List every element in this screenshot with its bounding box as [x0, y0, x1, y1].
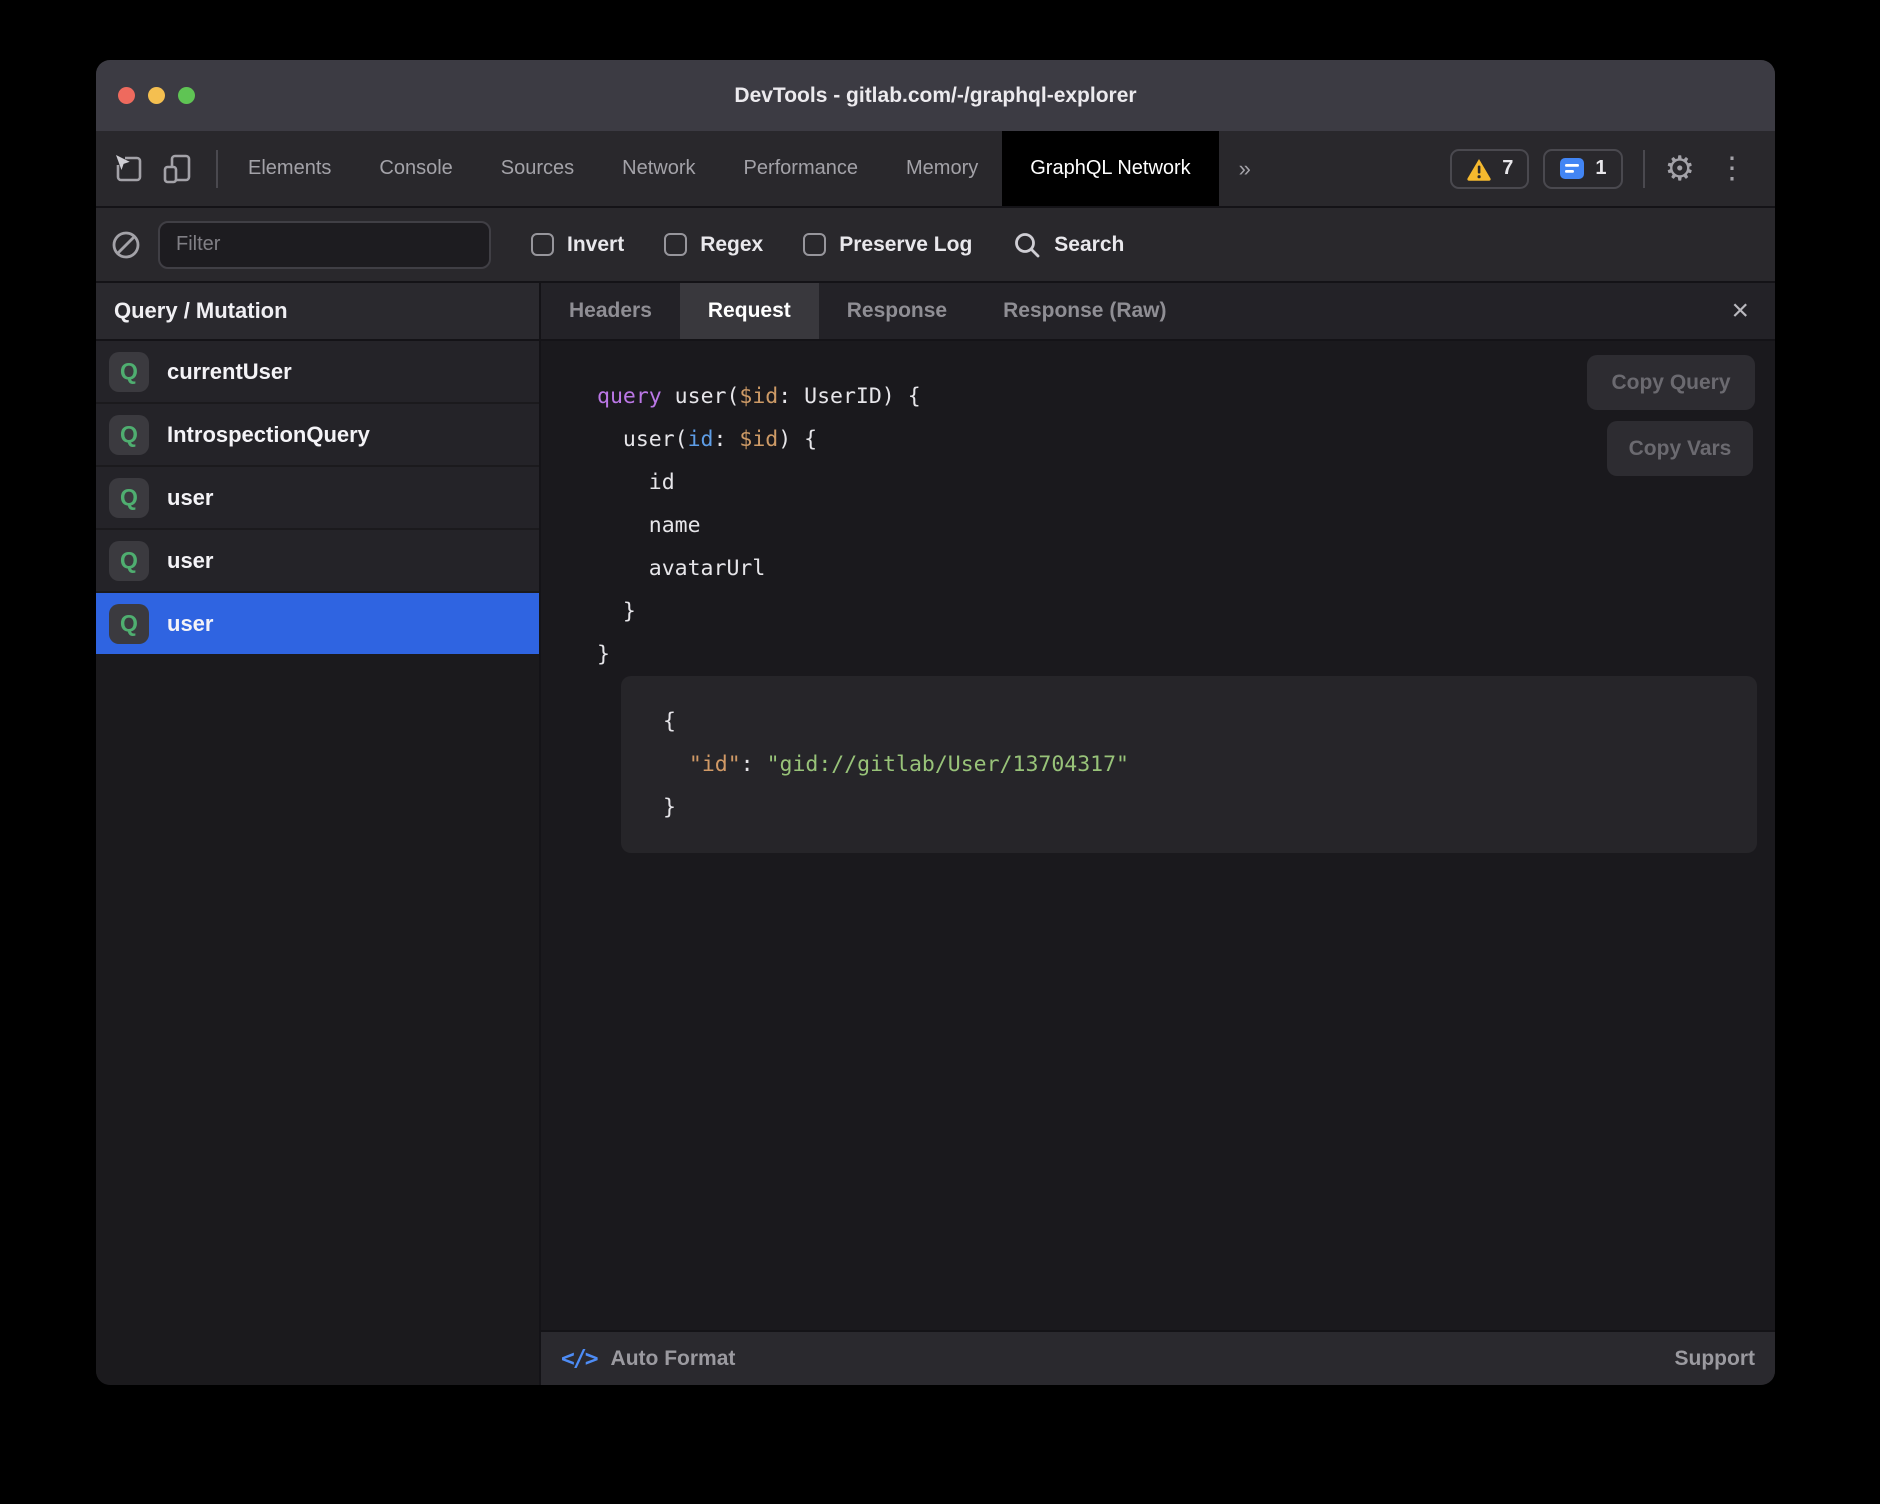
query-type-badge: Q: [109, 541, 149, 581]
filter-input[interactable]: [158, 221, 491, 269]
more-tabs-button[interactable]: »: [1219, 131, 1271, 206]
support-link[interactable]: Support: [1675, 1347, 1755, 1371]
panel-tabs: HeadersRequestResponseResponse (Raw) ×: [541, 283, 1775, 341]
list-item-user-3[interactable]: Quser: [96, 530, 539, 591]
content-area: Query / Mutation QcurrentUserQIntrospect…: [96, 283, 1775, 1385]
list-item-label: user: [167, 548, 213, 574]
tab-console[interactable]: Console: [355, 131, 476, 206]
list-item-introspectionquery-1[interactable]: Q IntrospectionQuery: [96, 404, 539, 465]
tabbar-right-controls: 7 1 ⚙ ⋮: [1450, 131, 1775, 206]
tab-sources[interactable]: Sources: [477, 131, 598, 206]
request-sidebar: Query / Mutation QcurrentUserQIntrospect…: [96, 283, 541, 1385]
search-label: Search: [1054, 233, 1124, 257]
search-icon: [1012, 230, 1042, 260]
tab-graphql-network[interactable]: GraphQL Network: [1002, 131, 1218, 206]
message-icon: [1559, 157, 1585, 181]
checkbox-regex[interactable]: Regex: [664, 233, 763, 257]
checkbox-label-preserve-log: Preserve Log: [839, 233, 972, 257]
list-item-user-4[interactable]: Quser: [96, 593, 539, 654]
query-type-badge: Q: [109, 478, 149, 518]
code-line: "id": "gid://gitlab/User/13704317": [663, 743, 1733, 786]
main-tabs: ElementsConsoleSourcesNetworkPerformance…: [224, 131, 1219, 206]
graphql-query-code: query user($id: UserID) { user(id: $id) …: [597, 375, 1775, 676]
tab-memory[interactable]: Memory: [882, 131, 1002, 206]
request-list: QcurrentUserQIntrospectionQueryQuserQuse…: [96, 341, 539, 656]
code-line: name: [597, 504, 1775, 547]
list-item-currentuser-0[interactable]: QcurrentUser: [96, 341, 539, 402]
panel-tab-headers[interactable]: Headers: [541, 283, 680, 339]
checkbox-preserve-log[interactable]: Preserve Log: [803, 233, 972, 257]
inspect-element-icon[interactable]: [112, 152, 146, 186]
filter-bar: Invert Regex Preserve Log Search: [96, 208, 1775, 283]
toolbar-divider: [216, 150, 218, 188]
code-line: }: [597, 590, 1775, 633]
warning-icon: [1466, 157, 1492, 181]
minimize-window-button[interactable]: [148, 87, 165, 104]
device-toolbar-icon[interactable]: [160, 152, 194, 186]
more-options-icon[interactable]: ⋮: [1709, 154, 1755, 184]
devtools-window: DevTools - gitlab.com/-/graphql-explorer…: [96, 60, 1775, 1385]
panel-footer: </> Auto Format Support: [541, 1330, 1775, 1385]
code-line: user(id: $id) {: [597, 418, 1775, 461]
issues-badge[interactable]: 1: [1543, 149, 1622, 189]
request-detail-body: query user($id: UserID) { user(id: $id) …: [541, 341, 1775, 1330]
auto-format-button[interactable]: Auto Format: [611, 1347, 736, 1371]
copy-vars-button[interactable]: Copy Vars: [1607, 421, 1753, 476]
sidebar-header: Query / Mutation: [96, 283, 539, 341]
close-window-button[interactable]: [118, 87, 135, 104]
settings-icon[interactable]: ⚙: [1665, 152, 1695, 186]
panel-tab-response-raw[interactable]: Response (Raw): [975, 283, 1194, 339]
checkbox-label-regex: Regex: [700, 233, 763, 257]
code-line: avatarUrl: [597, 547, 1775, 590]
query-type-badge: Q: [109, 352, 149, 392]
code-line: id: [597, 461, 1775, 504]
checkbox-box-invert[interactable]: [531, 233, 554, 256]
list-item-label: user: [167, 611, 213, 637]
list-item-user-2[interactable]: Quser: [96, 467, 539, 528]
query-type-badge: Q: [109, 604, 149, 644]
tab-network[interactable]: Network: [598, 131, 719, 206]
controls-divider: [1643, 150, 1645, 188]
tab-performance[interactable]: Performance: [720, 131, 883, 206]
clear-filter-icon[interactable]: [110, 229, 142, 261]
code-line: }: [597, 633, 1775, 676]
devtools-tabbar: ElementsConsoleSourcesNetworkPerformance…: [96, 131, 1775, 208]
code-line: {: [663, 700, 1733, 743]
zoom-window-button[interactable]: [178, 87, 195, 104]
search-toggle[interactable]: Search: [1012, 230, 1124, 260]
checkbox-invert[interactable]: Invert: [531, 233, 624, 257]
list-item-label: user: [167, 485, 213, 511]
warning-count: 7: [1502, 157, 1513, 180]
window-title: DevTools - gitlab.com/-/graphql-explorer: [96, 84, 1775, 108]
toolbar-icons: [96, 131, 210, 206]
code-line: }: [663, 786, 1733, 829]
close-panel-icon[interactable]: ×: [1721, 283, 1759, 339]
filter-checkboxes: Invert Regex Preserve Log: [531, 233, 972, 257]
checkbox-box-preserve-log[interactable]: [803, 233, 826, 256]
list-item-label: IntrospectionQuery: [167, 422, 370, 448]
panel-tab-request[interactable]: Request: [680, 283, 819, 339]
copy-query-button[interactable]: Copy Query: [1587, 355, 1755, 410]
checkbox-box-regex[interactable]: [664, 233, 687, 256]
warnings-badge[interactable]: 7: [1450, 149, 1529, 189]
panel-tab-response[interactable]: Response: [819, 283, 975, 339]
checkbox-label-invert: Invert: [567, 233, 624, 257]
query-type-badge: Q: [109, 415, 149, 455]
code-format-icon: </>: [561, 1346, 597, 1372]
list-item-label: currentUser: [167, 359, 292, 385]
tab-elements[interactable]: Elements: [224, 131, 355, 206]
variables-json: { "id": "gid://gitlab/User/13704317"}: [663, 700, 1733, 829]
detail-panel: HeadersRequestResponseResponse (Raw) × qu…: [541, 283, 1775, 1385]
issues-count: 1: [1595, 157, 1606, 180]
titlebar: DevTools - gitlab.com/-/graphql-explorer: [96, 60, 1775, 131]
traffic-lights: [118, 87, 195, 104]
variables-card: { "id": "gid://gitlab/User/13704317"}: [621, 676, 1757, 853]
